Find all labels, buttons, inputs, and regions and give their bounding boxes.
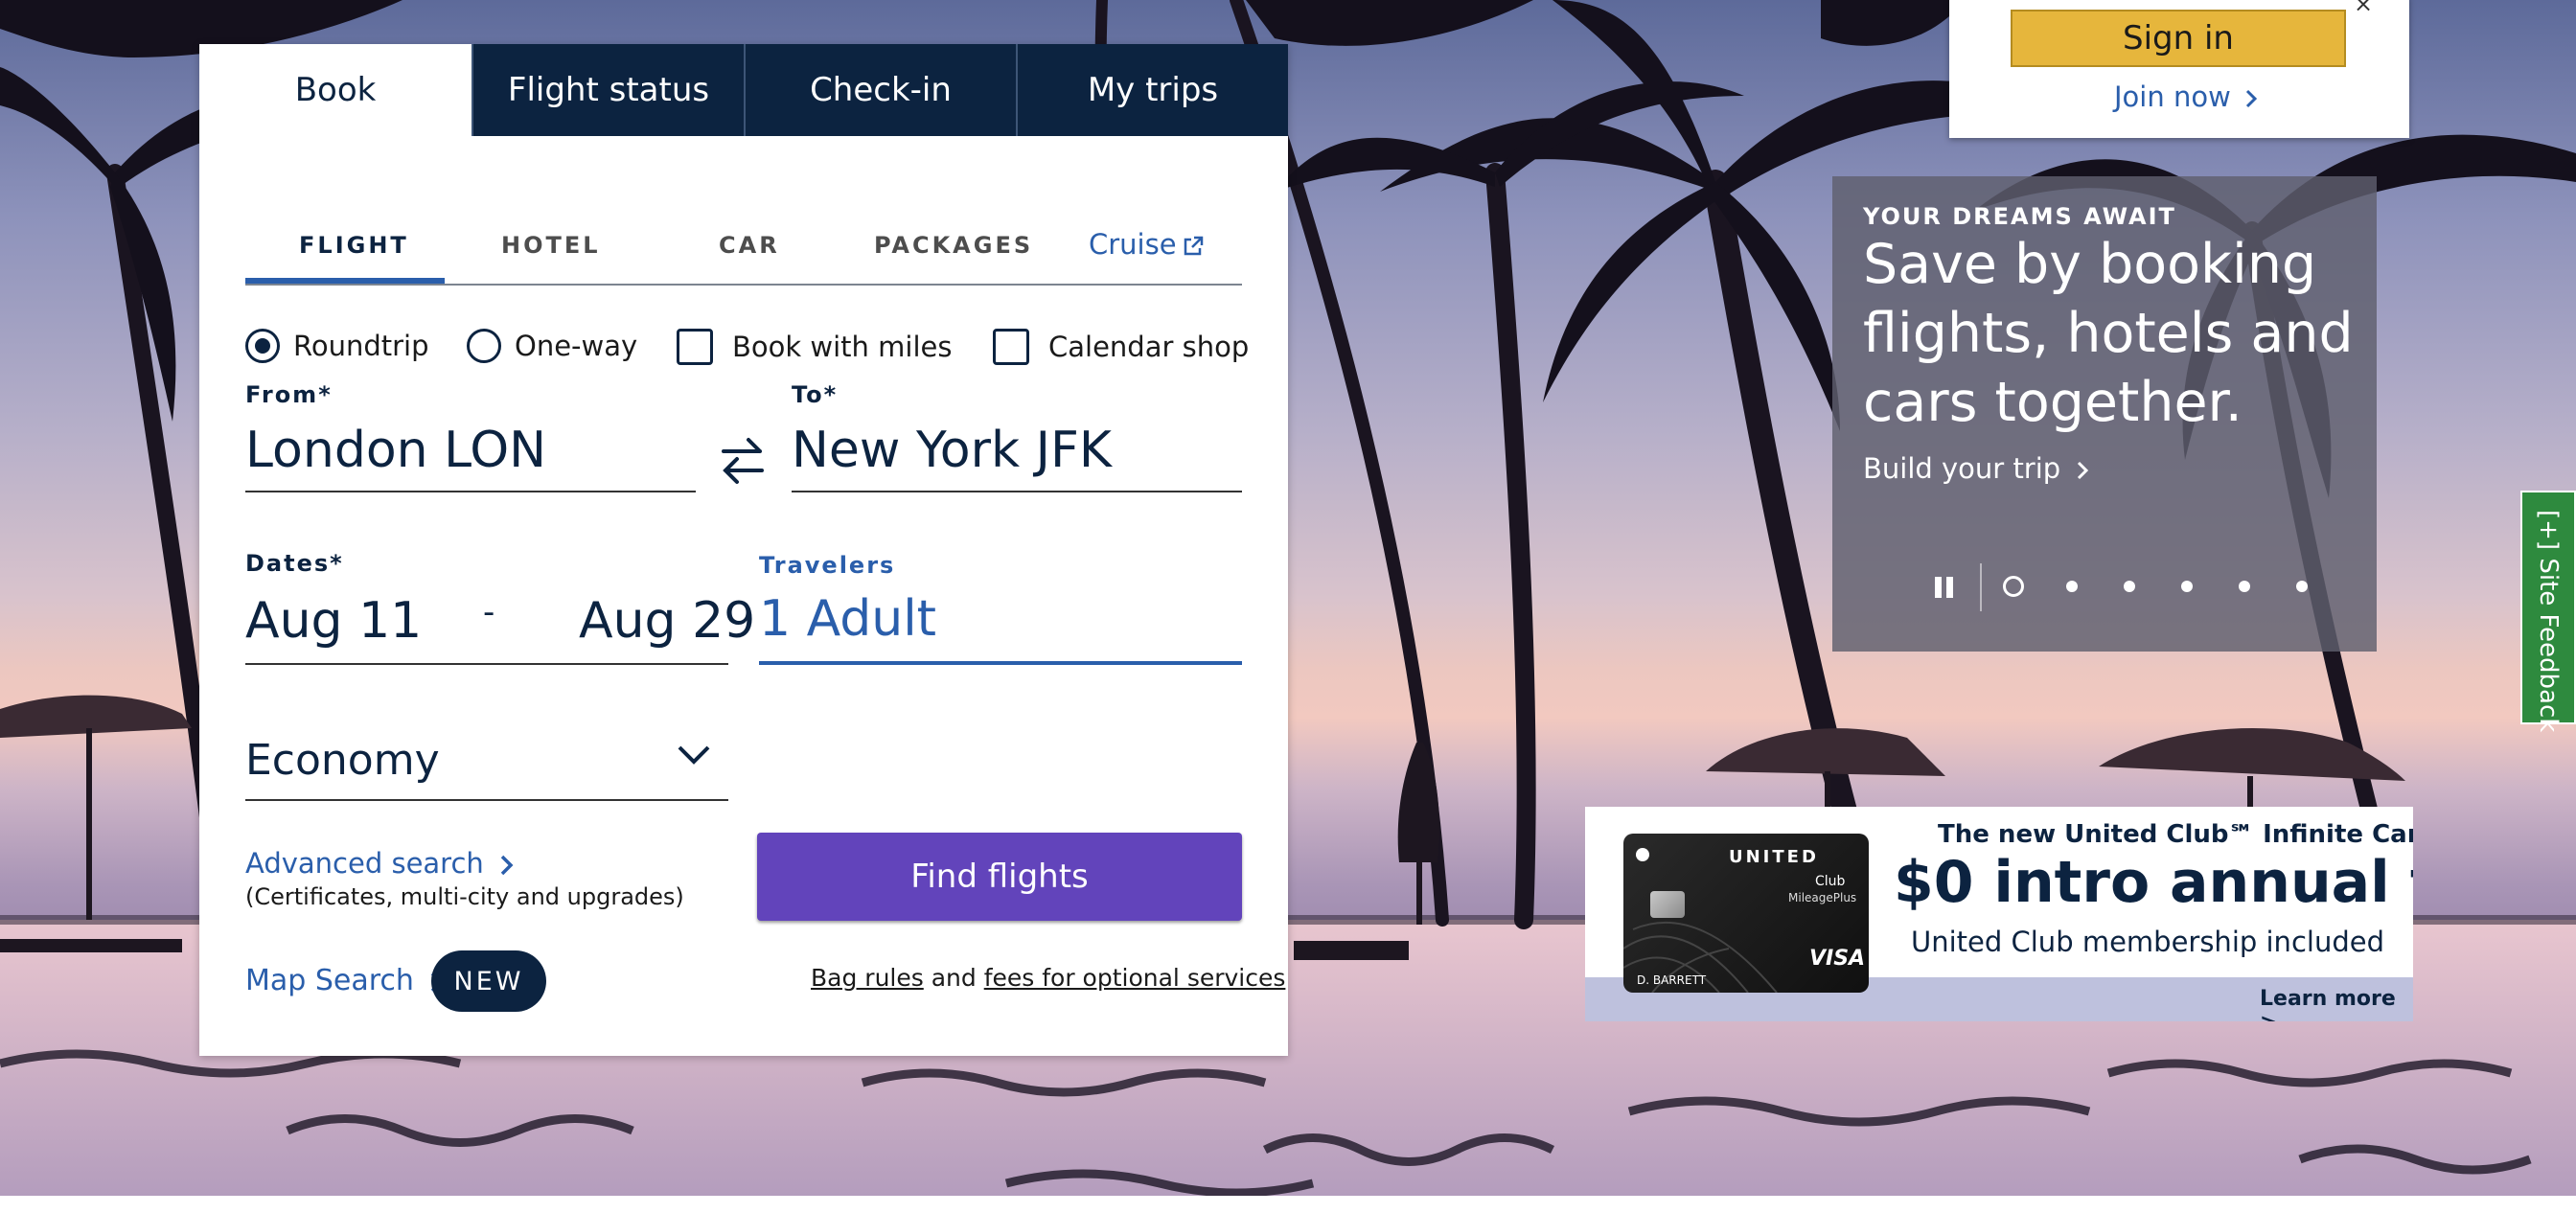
external-link-icon (1184, 236, 1203, 256)
from-label: From* (245, 381, 333, 408)
find-flights-button[interactable]: Find flights (757, 833, 1242, 921)
advanced-search-note: (Certificates, multi-city and upgrades) (245, 883, 684, 910)
join-now-label: Join now (2114, 80, 2231, 113)
roundtrip-radio[interactable] (245, 329, 280, 363)
date-separator: - (483, 593, 495, 631)
cruise-label: Cruise (1089, 228, 1177, 261)
carousel-controls (1932, 563, 2334, 611)
site-feedback-tab[interactable]: [+] Site Feedback (2520, 491, 2576, 732)
carousel-dot[interactable] (2124, 581, 2135, 592)
calendar-shop-checkbox[interactable] (993, 329, 1029, 365)
fees-note: Bag rules and fees for optional services (811, 964, 1285, 992)
swap-icon[interactable] (720, 432, 766, 488)
depart-date-input[interactable]: Aug 11 (245, 592, 422, 650)
from-underline (245, 491, 696, 492)
sign-in-button[interactable]: Sign in (2011, 10, 2346, 67)
ad-subtext: United Club membership included (1911, 926, 2384, 958)
ad-offer: $0 intro annual fee (1894, 849, 2413, 916)
chevron-right-icon (500, 855, 514, 876)
carousel-dot[interactable] (2066, 581, 2078, 592)
to-label: To* (792, 381, 839, 408)
one-way-label: One-way (515, 330, 638, 362)
close-icon[interactable]: × (2354, 0, 2373, 17)
tab-my-trips[interactable]: My trips (1016, 44, 1288, 136)
map-search-link[interactable]: Map Search (245, 964, 446, 997)
carousel-dot[interactable] (2239, 581, 2250, 592)
fees-and-text: and (923, 964, 984, 992)
cabin-select[interactable]: Economy (245, 736, 440, 785)
cabin-underline (245, 799, 728, 801)
hero-title: Save by booking flights, hotels and cars… (1863, 233, 2354, 434)
build-your-trip-label: Build your trip (1863, 452, 2061, 485)
carousel-separator (1980, 563, 1982, 611)
from-input[interactable]: London LON (245, 422, 546, 479)
site-feedback-label: [+] Site Feedback (2534, 510, 2563, 733)
dates-underline (245, 663, 728, 665)
to-underline (792, 491, 1242, 492)
carousel-dot[interactable] (2003, 576, 2024, 597)
carousel-dot[interactable] (2296, 581, 2308, 592)
travelers-underline (759, 661, 1242, 665)
bag-rules-link[interactable]: Bag rules (811, 964, 924, 992)
hero-promo-box: YOUR DREAMS AWAIT Save by booking flight… (1832, 176, 2377, 652)
tab-cruise[interactable]: Cruise (1089, 228, 1204, 261)
card-brand: UNITED (1729, 847, 1819, 867)
ad-headline: The new United Club℠ Infinite Card (1938, 820, 2413, 849)
build-your-trip-link[interactable]: Build your trip (1863, 452, 2090, 485)
dates-label: Dates* (245, 550, 344, 577)
tab-check-in[interactable]: Check-in (744, 44, 1016, 136)
tab-packages[interactable]: PACKAGES (874, 232, 1033, 259)
travelers-input[interactable]: 1 Adult (759, 590, 936, 648)
roundtrip-option[interactable]: Roundtrip (245, 329, 429, 363)
chevron-right-icon (2078, 461, 2089, 480)
hero-eyebrow: YOUR DREAMS AWAIT (1863, 203, 2176, 230)
chevron-down-icon[interactable] (677, 744, 711, 767)
optional-fees-link[interactable]: fees for optional services (984, 964, 1286, 992)
tab-book[interactable]: Book (199, 44, 472, 136)
booking-panel: Book Flight status Check-in My trips FLI… (199, 44, 1288, 1056)
card-program: MileagePlus (1788, 891, 1857, 904)
carousel-dot[interactable] (2181, 581, 2193, 592)
tab-flight[interactable]: FLIGHT (299, 232, 409, 259)
map-search-label: Map Search (245, 964, 414, 997)
credit-card-ad[interactable]: UNITED Club MileagePlus VISA D. BARRETT … (1585, 807, 2413, 1021)
advanced-search-link[interactable]: Advanced search (245, 847, 516, 880)
active-tab-underline (245, 278, 445, 284)
calendar-shop-label: Calendar shop (1048, 331, 1250, 363)
visa-logo: VISA (1809, 947, 1866, 971)
tab-car[interactable]: CAR (719, 232, 780, 259)
learn-more-link[interactable]: Learn more > (2260, 987, 2413, 1021)
sign-in-popover: × Sign in Join now (1949, 0, 2409, 138)
travelers-label: Travelers (759, 552, 896, 579)
pause-icon[interactable] (1932, 575, 1957, 600)
one-way-radio[interactable] (467, 329, 501, 363)
card-chip-icon (1650, 891, 1685, 918)
to-input[interactable]: New York JFK (792, 422, 1112, 479)
page-bottom-strip (0, 1196, 2576, 1213)
book-with-miles-label: Book with miles (732, 331, 953, 363)
roundtrip-label: Roundtrip (293, 330, 429, 362)
book-with-miles-option[interactable]: Book with miles (677, 329, 952, 365)
credit-card-image: UNITED Club MileagePlus VISA D. BARRETT (1623, 834, 1869, 993)
advanced-search-label: Advanced search (245, 847, 484, 880)
card-club: Club (1815, 874, 1846, 889)
product-tabs: FLIGHT HOTEL CAR PACKAGES Cruise (245, 207, 1242, 286)
tab-flight-status[interactable]: Flight status (472, 44, 744, 136)
chevron-right-icon (2245, 89, 2258, 108)
join-now-link[interactable]: Join now (2114, 80, 2259, 113)
booking-main-tabs: Book Flight status Check-in My trips (199, 44, 1288, 136)
card-holder: D. BARRETT (1637, 973, 1707, 987)
book-with-miles-checkbox[interactable] (677, 329, 713, 365)
one-way-option[interactable]: One-way (467, 329, 637, 363)
return-date-input[interactable]: Aug 29 (579, 592, 755, 650)
calendar-shop-option[interactable]: Calendar shop (993, 329, 1249, 365)
tab-hotel[interactable]: HOTEL (501, 232, 601, 259)
new-badge: NEW (431, 950, 546, 1012)
